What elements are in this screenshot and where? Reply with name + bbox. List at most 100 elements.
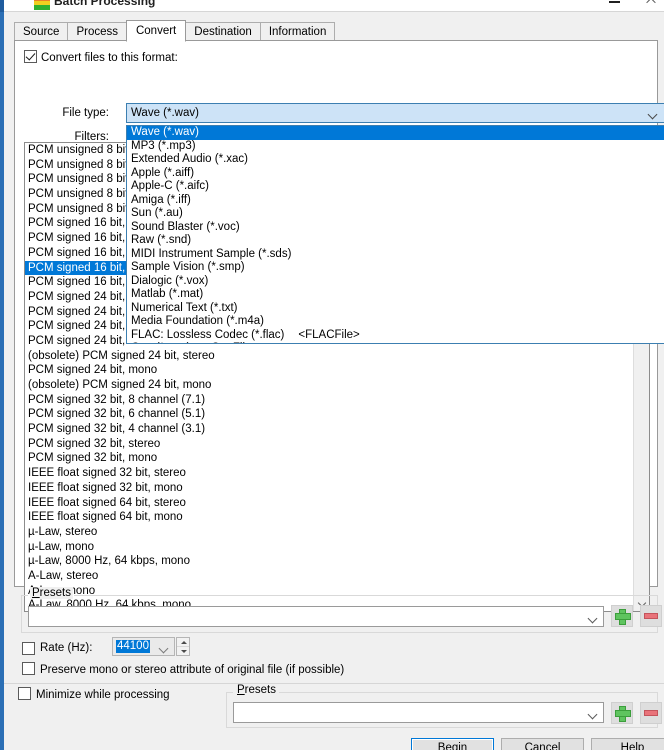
dropdown-option[interactable]: Apple (*.aiff) — [127, 167, 664, 181]
dropdown-option[interactable]: Amiga (*.iff) — [127, 194, 664, 208]
convert-files-label: Convert files to this format: — [41, 52, 178, 64]
dropdown-option[interactable]: Matlab (*.mat) — [127, 288, 664, 302]
dropdown-option-tag: <FLACFile> — [298, 328, 360, 341]
format-list-item[interactable]: PCM signed 32 bit, 4 channel (3.1) — [25, 422, 649, 437]
dropdown-option[interactable]: FLAC: Lossless Codec (*.flac) <FLACFile> — [127, 329, 664, 343]
spinner-down-icon[interactable] — [177, 647, 189, 656]
footer-separator — [4, 683, 664, 684]
plus-icon — [615, 706, 631, 722]
format-list-item[interactable]: PCM signed 24 bit, mono — [25, 363, 649, 378]
format-list-item[interactable]: IEEE float signed 32 bit, stereo — [25, 466, 649, 481]
footer-remove-preset-button[interactable] — [640, 702, 662, 724]
dropdown-items: Wave (*.wav) MP3 (*.mp3) Extended Audio (*… — [127, 126, 664, 343]
minimize-while-processing-checkbox[interactable] — [18, 687, 31, 700]
chevron-down-icon[interactable] — [649, 111, 658, 116]
tabs-row: Source Process Convert Destination Informati… — [14, 20, 336, 42]
format-list-item[interactable]: µ-Law, 8000 Hz, 64 kbps, mono — [25, 554, 649, 569]
preserve-attribute-row[interactable]: Preserve mono or stereo attribute of ori… — [22, 662, 344, 676]
format-list-item[interactable]: A-Law, stereo — [25, 569, 649, 584]
rate-checkbox[interactable] — [22, 641, 35, 655]
format-list-item[interactable]: µ-Law, stereo — [25, 525, 649, 540]
dropdown-option[interactable]: MP3 (*.mp3) — [127, 140, 664, 154]
dropdown-option-name: Extended Audio (*.xac) — [131, 153, 248, 165]
dropdown-option[interactable]: Sound Blaster (*.voc) — [127, 221, 664, 235]
footer-presets-combobox[interactable] — [233, 702, 604, 723]
dropdown-option[interactable]: Apple-C (*.aifc) — [127, 180, 664, 194]
file-type-selected-value: Wave (*.wav) — [131, 107, 199, 119]
plus-icon — [615, 609, 631, 625]
convert-tab-page: Convert files to this format: File type:… — [14, 40, 664, 612]
app-icon — [34, 0, 50, 10]
dropdown-option-name: MP3 (*.mp3) — [131, 139, 196, 152]
preserve-attribute-label: Preserve mono or stereo attribute of ori… — [40, 664, 345, 676]
format-list-item[interactable]: PCM signed 32 bit, mono — [25, 451, 649, 466]
convert-files-checkbox[interactable] — [24, 50, 37, 63]
spinner-up-icon[interactable] — [177, 638, 189, 647]
format-list-item[interactable]: (obsolete) PCM signed 24 bit, stereo — [25, 349, 649, 364]
minimize-while-processing-row[interactable]: Minimize while processing — [18, 687, 170, 701]
dropdown-option-name: Media Foundation (*.m4a) — [131, 315, 264, 327]
format-list-item[interactable]: PCM signed 32 bit, 8 channel (7.1) — [25, 393, 649, 408]
dropdown-option-name: Sun (*.au) — [131, 207, 183, 219]
dropdown-option-name: Numerical Text (*.txt) — [131, 301, 238, 314]
rate-label: Rate (Hz): — [40, 642, 93, 654]
convert-presets-group: Presets — [21, 587, 662, 633]
minimize-while-processing-label: Minimize while processing — [36, 689, 170, 701]
dropdown-option[interactable]: Dialogic (*.vox) — [127, 275, 664, 289]
minus-icon — [644, 613, 658, 619]
convert-files-checkbox-row[interactable]: Convert files to this format: — [24, 50, 178, 64]
close-icon[interactable] — [644, 0, 658, 6]
dropdown-option[interactable]: MIDI Instrument Sample (*.sds) — [127, 248, 664, 262]
dropdown-option[interactable]: Numerical Text (*.txt) — [127, 302, 664, 316]
rate-combobox[interactable]: 44100 — [112, 637, 175, 656]
format-list-item[interactable]: IEEE float signed 64 bit, mono — [25, 510, 649, 525]
dropdown-option[interactable]: Sample Vision (*.smp) — [127, 261, 664, 275]
file-type-dropdown-list[interactable]: Wave (*.wav) MP3 (*.mp3) Extended Audio (*… — [126, 125, 664, 344]
format-list-item[interactable]: µ-Law, mono — [25, 540, 649, 555]
tab-strip: Source Process Convert Destination Informati… — [14, 20, 658, 42]
convert-presets-combobox[interactable] — [28, 606, 604, 627]
dropdown-option-name: Wave (*.wav) — [131, 126, 199, 138]
tab-convert[interactable]: Convert — [125, 20, 187, 42]
rate-value: 44100 — [116, 640, 150, 653]
chevron-down-icon[interactable] — [160, 645, 167, 650]
dropdown-option[interactable]: Wave (*.wav) — [127, 126, 664, 140]
convert-presets-legend: Presets — [30, 587, 73, 599]
tab-information[interactable]: Information — [259, 22, 336, 41]
chevron-down-icon[interactable] — [589, 711, 596, 716]
tab-source[interactable]: Source — [14, 22, 69, 41]
format-list-item[interactable]: IEEE float signed 64 bit, stereo — [25, 496, 649, 511]
dropdown-option[interactable]: Media Foundation (*.m4a) — [127, 315, 664, 329]
dropdown-option-name: MIDI Instrument Sample (*.sds) — [131, 247, 292, 260]
dropdown-option-tag: <OggFile> — [204, 342, 258, 343]
tab-process[interactable]: Process — [67, 22, 127, 41]
dropdown-option[interactable]: Extended Audio (*.xac) — [127, 153, 664, 167]
tab-destination[interactable]: Destination — [185, 22, 261, 41]
dropdown-option-name: Sound Blaster (*.voc) — [131, 220, 240, 233]
format-list-item[interactable]: PCM signed 32 bit, 6 channel (5.1) — [25, 407, 649, 422]
rate-checkbox-row[interactable]: Rate (Hz): — [22, 639, 92, 657]
dropdown-option[interactable]: Raw (*.snd) — [127, 234, 664, 248]
dropdown-option[interactable]: Ogg (*.ogg) <OggFile> — [127, 342, 664, 343]
format-list-item[interactable]: (obsolete) PCM signed 24 bit, mono — [25, 378, 649, 393]
batch-processing-dialog: Batch Processing Source Process Convert Des… — [0, 0, 664, 750]
minus-icon — [644, 710, 658, 716]
dropdown-option-name: Apple (*.aiff) — [131, 166, 195, 179]
dropdown-option[interactable]: Sun (*.au) — [127, 207, 664, 221]
dropdown-option-name: Sample Vision (*.smp) — [131, 261, 245, 273]
file-type-combobox[interactable]: Wave (*.wav) — [126, 103, 664, 123]
begin-button[interactable]: Begin — [411, 738, 494, 750]
chevron-down-icon[interactable] — [589, 615, 596, 620]
cancel-button[interactable]: Cancel — [501, 738, 584, 750]
dropdown-option-name: Dialogic (*.vox) — [131, 274, 209, 287]
footer-add-preset-button[interactable] — [611, 702, 633, 724]
format-list-item[interactable]: IEEE float signed 32 bit, mono — [25, 481, 649, 496]
minimize-icon[interactable] — [608, 0, 622, 6]
preserve-attribute-checkbox[interactable] — [22, 662, 35, 675]
title-bar: Batch Processing — [4, 0, 664, 11]
help-button[interactable]: Help — [591, 738, 664, 750]
format-list-item[interactable]: PCM signed 32 bit, stereo — [25, 437, 649, 452]
rate-spinner[interactable] — [176, 637, 190, 656]
remove-preset-button[interactable] — [640, 605, 662, 627]
add-preset-button[interactable] — [611, 605, 633, 627]
